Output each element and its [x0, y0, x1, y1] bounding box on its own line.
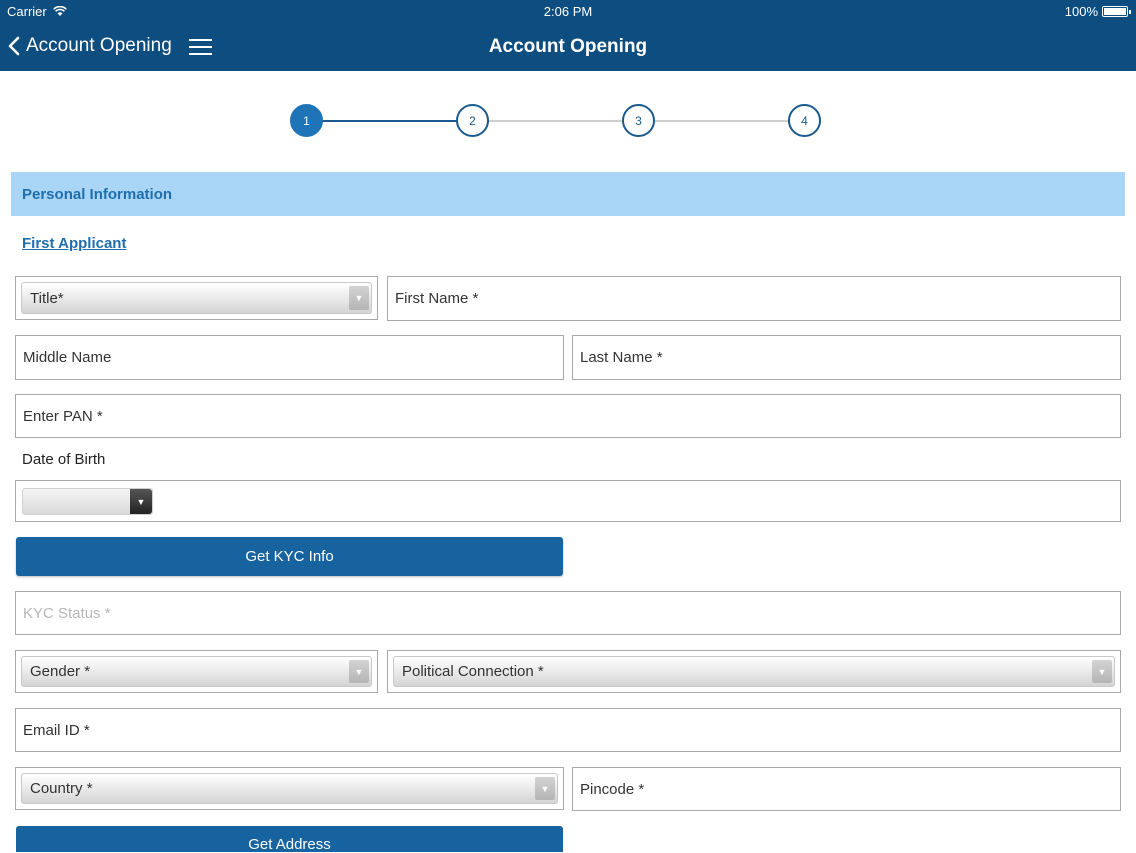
pincode-field[interactable]: Pincode *	[572, 767, 1121, 811]
political-connection-select[interactable]: Political Connection * ▼	[393, 656, 1115, 687]
back-button[interactable]: Account Opening	[8, 35, 172, 57]
political-select-container: Political Connection * ▼	[387, 650, 1121, 693]
get-address-button[interactable]: Get Address	[16, 826, 563, 853]
dob-select[interactable]: ▼	[22, 488, 153, 515]
battery-percent: 100%	[1064, 4, 1098, 19]
gender-select-container: Gender * ▼	[15, 650, 378, 693]
gender-select-value: Gender *	[30, 663, 91, 680]
status-bar: Carrier 2:06 PM 100%	[0, 0, 1136, 24]
kyc-status-field[interactable]: KYC Status *	[15, 591, 1121, 635]
chevron-left-icon	[8, 36, 20, 56]
political-select-value: Political Connection *	[402, 663, 544, 680]
title-select[interactable]: Title* ▼	[21, 282, 372, 314]
battery-indicator: 100%	[1064, 4, 1131, 19]
dob-container	[15, 480, 1121, 522]
step-1[interactable]: 1	[290, 104, 323, 137]
country-select-container: Country * ▼	[15, 767, 564, 810]
chevron-down-icon: ▼	[130, 489, 152, 514]
country-select[interactable]: Country * ▼	[21, 773, 558, 804]
first-name-field[interactable]: First Name *	[387, 276, 1121, 321]
battery-icon	[1102, 6, 1131, 17]
chevron-down-icon: ▼	[1092, 660, 1112, 683]
top-bar: Carrier 2:06 PM 100% Account Opening Acc…	[0, 0, 1136, 71]
email-field[interactable]: Email ID *	[15, 708, 1121, 752]
status-time: 2:06 PM	[543, 4, 593, 19]
middle-name-field[interactable]: Middle Name	[15, 335, 564, 380]
last-name-field[interactable]: Last Name *	[572, 335, 1121, 380]
dob-label: Date of Birth	[22, 451, 106, 468]
step-3[interactable]: 3	[622, 104, 655, 137]
chevron-down-icon: ▼	[535, 777, 555, 800]
progress-stepper: 1 2 3 4	[290, 104, 823, 138]
pan-field[interactable]: Enter PAN *	[15, 394, 1121, 438]
step-connector-3	[654, 120, 789, 122]
chevron-down-icon: ▼	[349, 286, 369, 310]
first-applicant-link[interactable]: First Applicant	[22, 235, 126, 252]
step-2[interactable]: 2	[456, 104, 489, 137]
step-4[interactable]: 4	[788, 104, 821, 137]
back-label: Account Opening	[26, 35, 172, 56]
section-header: Personal Information	[11, 172, 1125, 216]
title-select-container: Title* ▼	[15, 276, 378, 320]
chevron-down-icon: ▼	[349, 660, 369, 683]
get-address-label: Get Address	[248, 836, 331, 853]
step-connector-2	[488, 120, 622, 122]
nav-bar: Account Opening Account Opening	[0, 24, 1136, 71]
gender-select[interactable]: Gender * ▼	[21, 656, 372, 687]
country-select-value: Country *	[30, 780, 93, 797]
menu-icon[interactable]	[189, 39, 212, 55]
step-connector-1	[322, 120, 457, 122]
get-kyc-info-button[interactable]: Get KYC Info	[16, 537, 563, 576]
title-select-value: Title*	[30, 289, 64, 307]
